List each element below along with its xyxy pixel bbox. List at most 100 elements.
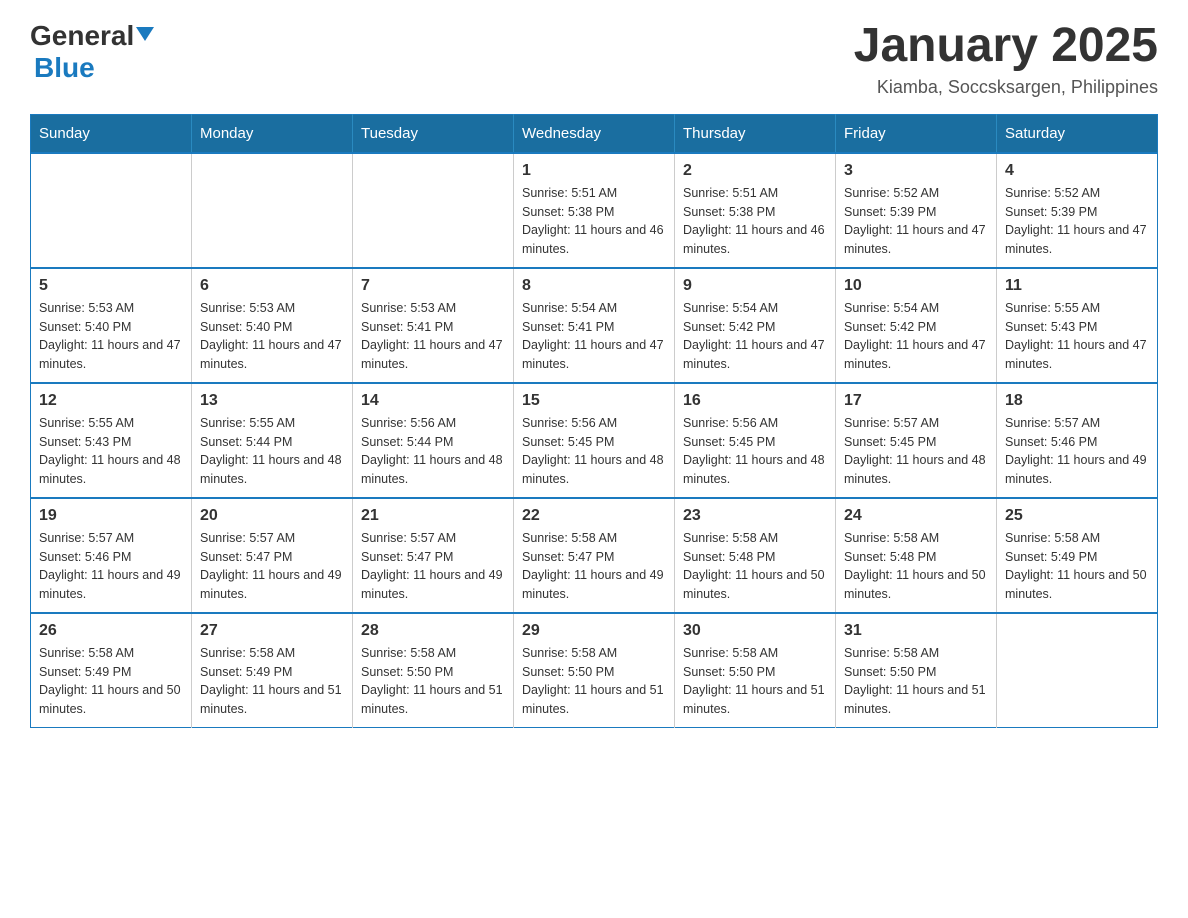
day-number: 16 [683, 392, 827, 410]
logo-general-text: General [30, 20, 134, 52]
day-info: Sunrise: 5:53 AM Sunset: 5:41 PM Dayligh… [361, 299, 505, 374]
day-number: 20 [200, 507, 344, 525]
day-number: 17 [844, 392, 988, 410]
logo: General Blue [30, 20, 154, 84]
calendar-cell [192, 153, 353, 268]
calendar-cell: 26Sunrise: 5:58 AM Sunset: 5:49 PM Dayli… [31, 613, 192, 728]
day-number: 29 [522, 622, 666, 640]
day-info: Sunrise: 5:58 AM Sunset: 5:50 PM Dayligh… [522, 644, 666, 719]
calendar-cell: 30Sunrise: 5:58 AM Sunset: 5:50 PM Dayli… [675, 613, 836, 728]
day-number: 22 [522, 507, 666, 525]
calendar-header-thursday: Thursday [675, 114, 836, 153]
calendar-cell: 8 Sunrise: 5:54 AM Sunset: 5:41 PM Daylig… [514, 268, 675, 383]
calendar-header-friday: Friday [836, 114, 997, 153]
day-info: Sunrise: 5:58 AM Sunset: 5:48 PM Dayligh… [683, 529, 827, 604]
day-info: Sunrise: 5:52 AM Sunset: 5:39 PM Dayligh… [1005, 184, 1149, 259]
calendar-cell [353, 153, 514, 268]
calendar-week-5: 26Sunrise: 5:58 AM Sunset: 5:49 PM Dayli… [31, 613, 1158, 728]
title-area: January 2025 Kiamba, Soccsksargen, Phili… [854, 20, 1158, 98]
calendar-cell: 4 Sunrise: 5:52 AM Sunset: 5:39 PM Daylig… [997, 153, 1158, 268]
day-number: 4 [1005, 162, 1149, 180]
day-info: Sunrise: 5:54 AM Sunset: 5:42 PM Dayligh… [683, 299, 827, 374]
day-info: Sunrise: 5:51 AM Sunset: 5:38 PM Dayligh… [683, 184, 827, 259]
calendar-cell: 15 Sunrise: 5:56 AM Sunset: 5:45 PM Dayli… [514, 383, 675, 498]
calendar-cell: 25Sunrise: 5:58 AM Sunset: 5:49 PM Dayli… [997, 498, 1158, 613]
day-number: 11 [1005, 277, 1149, 295]
day-info: Sunrise: 5:58 AM Sunset: 5:49 PM Dayligh… [200, 644, 344, 719]
calendar-cell: 11 Sunrise: 5:55 AM Sunset: 5:43 PM Dayli… [997, 268, 1158, 383]
day-info: Sunrise: 5:57 AM Sunset: 5:46 PM Dayligh… [1005, 414, 1149, 489]
day-number: 8 [522, 277, 666, 295]
calendar-cell: 6 Sunrise: 5:53 AM Sunset: 5:40 PM Daylig… [192, 268, 353, 383]
month-title: January 2025 [854, 20, 1158, 73]
day-number: 31 [844, 622, 988, 640]
calendar-week-3: 12 Sunrise: 5:55 AM Sunset: 5:43 PM Dayli… [31, 383, 1158, 498]
day-info: Sunrise: 5:53 AM Sunset: 5:40 PM Dayligh… [200, 299, 344, 374]
calendar-cell: 14Sunrise: 5:56 AM Sunset: 5:44 PM Dayli… [353, 383, 514, 498]
day-number: 6 [200, 277, 344, 295]
day-info: Sunrise: 5:56 AM Sunset: 5:44 PM Dayligh… [361, 414, 505, 489]
logo-triangle-icon [136, 27, 154, 41]
day-number: 25 [1005, 507, 1149, 525]
calendar-header-monday: Monday [192, 114, 353, 153]
calendar-cell: 29 Sunrise: 5:58 AM Sunset: 5:50 PM Dayli… [514, 613, 675, 728]
day-info: Sunrise: 5:58 AM Sunset: 5:48 PM Dayligh… [844, 529, 988, 604]
day-number: 18 [1005, 392, 1149, 410]
calendar-header-sunday: Sunday [31, 114, 192, 153]
day-number: 9 [683, 277, 827, 295]
calendar-cell: 20 Sunrise: 5:57 AM Sunset: 5:47 PM Dayli… [192, 498, 353, 613]
calendar-cell: 18 Sunrise: 5:57 AM Sunset: 5:46 PM Dayli… [997, 383, 1158, 498]
day-info: Sunrise: 5:55 AM Sunset: 5:43 PM Dayligh… [1005, 299, 1149, 374]
day-info: Sunrise: 5:58 AM Sunset: 5:47 PM Dayligh… [522, 529, 666, 604]
calendar-cell: 16 Sunrise: 5:56 AM Sunset: 5:45 PM Dayli… [675, 383, 836, 498]
day-number: 23 [683, 507, 827, 525]
day-number: 30 [683, 622, 827, 640]
day-number: 27 [200, 622, 344, 640]
location-title: Kiamba, Soccsksargen, Philippines [854, 77, 1158, 98]
day-number: 12 [39, 392, 183, 410]
day-number: 24 [844, 507, 988, 525]
day-info: Sunrise: 5:56 AM Sunset: 5:45 PM Dayligh… [683, 414, 827, 489]
day-info: Sunrise: 5:56 AM Sunset: 5:45 PM Dayligh… [522, 414, 666, 489]
calendar-cell: 21 Sunrise: 5:57 AM Sunset: 5:47 PM Dayli… [353, 498, 514, 613]
calendar-week-4: 19Sunrise: 5:57 AM Sunset: 5:46 PM Dayli… [31, 498, 1158, 613]
calendar-cell: 22 Sunrise: 5:58 AM Sunset: 5:47 PM Dayli… [514, 498, 675, 613]
calendar-cell [997, 613, 1158, 728]
day-info: Sunrise: 5:57 AM Sunset: 5:47 PM Dayligh… [200, 529, 344, 604]
calendar-cell: 23 Sunrise: 5:58 AM Sunset: 5:48 PM Dayli… [675, 498, 836, 613]
day-info: Sunrise: 5:58 AM Sunset: 5:49 PM Dayligh… [39, 644, 183, 719]
day-number: 2 [683, 162, 827, 180]
calendar-header-saturday: Saturday [997, 114, 1158, 153]
day-info: Sunrise: 5:52 AM Sunset: 5:39 PM Dayligh… [844, 184, 988, 259]
page-header: General Blue January 2025 Kiamba, Soccsk… [30, 20, 1158, 98]
day-number: 3 [844, 162, 988, 180]
logo-blue-text: Blue [34, 52, 95, 83]
day-info: Sunrise: 5:54 AM Sunset: 5:42 PM Dayligh… [844, 299, 988, 374]
day-info: Sunrise: 5:55 AM Sunset: 5:43 PM Dayligh… [39, 414, 183, 489]
day-number: 15 [522, 392, 666, 410]
calendar-cell: 24 Sunrise: 5:58 AM Sunset: 5:48 PM Dayli… [836, 498, 997, 613]
day-info: Sunrise: 5:55 AM Sunset: 5:44 PM Dayligh… [200, 414, 344, 489]
calendar-cell [31, 153, 192, 268]
day-info: Sunrise: 5:57 AM Sunset: 5:47 PM Dayligh… [361, 529, 505, 604]
day-number: 21 [361, 507, 505, 525]
calendar-cell: 2 Sunrise: 5:51 AM Sunset: 5:38 PM Daylig… [675, 153, 836, 268]
calendar-cell: 10 Sunrise: 5:54 AM Sunset: 5:42 PM Dayli… [836, 268, 997, 383]
calendar-week-2: 5Sunrise: 5:53 AM Sunset: 5:40 PM Daylig… [31, 268, 1158, 383]
calendar-cell: 19Sunrise: 5:57 AM Sunset: 5:46 PM Dayli… [31, 498, 192, 613]
calendar-cell: 12 Sunrise: 5:55 AM Sunset: 5:43 PM Dayli… [31, 383, 192, 498]
day-info: Sunrise: 5:54 AM Sunset: 5:41 PM Dayligh… [522, 299, 666, 374]
day-number: 13 [200, 392, 344, 410]
day-number: 1 [522, 162, 666, 180]
calendar-cell: 27 Sunrise: 5:58 AM Sunset: 5:49 PM Dayli… [192, 613, 353, 728]
day-number: 28 [361, 622, 505, 640]
day-info: Sunrise: 5:57 AM Sunset: 5:46 PM Dayligh… [39, 529, 183, 604]
calendar-header-tuesday: Tuesday [353, 114, 514, 153]
day-info: Sunrise: 5:51 AM Sunset: 5:38 PM Dayligh… [522, 184, 666, 259]
calendar-header-wednesday: Wednesday [514, 114, 675, 153]
calendar-cell: 28Sunrise: 5:58 AM Sunset: 5:50 PM Dayli… [353, 613, 514, 728]
day-number: 7 [361, 277, 505, 295]
day-info: Sunrise: 5:58 AM Sunset: 5:50 PM Dayligh… [844, 644, 988, 719]
day-number: 10 [844, 277, 988, 295]
calendar-cell: 13 Sunrise: 5:55 AM Sunset: 5:44 PM Dayli… [192, 383, 353, 498]
